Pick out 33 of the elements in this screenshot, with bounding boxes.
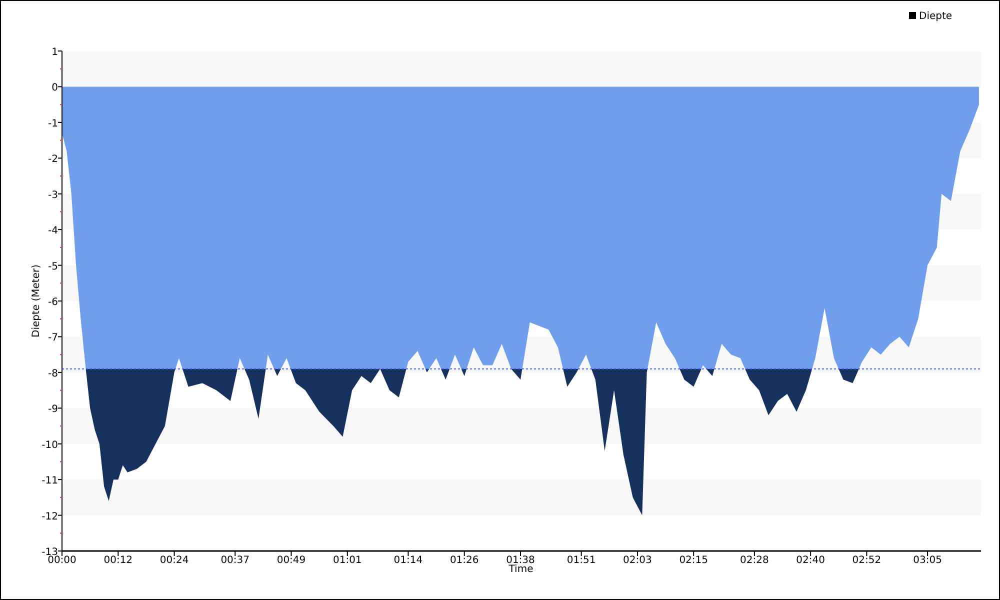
y-axis-title: Diepte (Meter) <box>31 264 42 338</box>
axis-tick-label: 00:00 <box>48 555 76 566</box>
axis-tick-label: -2 <box>48 154 58 166</box>
axis-tick-label: 02:03 <box>623 555 652 566</box>
axis-tick-label: -8 <box>48 368 58 380</box>
axis-tick-label: -1 <box>48 118 58 130</box>
axis-tick-label: -12 <box>42 511 58 522</box>
axis-tick-label: 01:26 <box>450 555 479 566</box>
axis-tick-label: 0 <box>52 82 58 94</box>
legend-label: Diepte <box>919 11 952 22</box>
axis-tick-label: 1 <box>52 47 58 58</box>
axis-tick-label: -10 <box>42 440 58 451</box>
axis-tick-label: 00:37 <box>220 555 250 566</box>
axis-tick-label: 01:14 <box>394 555 423 566</box>
axis-tick-label: 03:05 <box>913 555 942 566</box>
axis-tick-label: -3 <box>48 190 58 201</box>
axis-tick-label: 02:40 <box>796 555 825 566</box>
axis-tick-label: -7 <box>48 332 58 344</box>
axis-tick-label: 02:28 <box>740 555 769 566</box>
axis-tick-label: -5 <box>48 261 58 272</box>
axis-tick-label: 02:52 <box>852 555 882 566</box>
axis-tick-label: 01:51 <box>566 555 596 566</box>
axis-tick-label: -9 <box>48 404 58 416</box>
axis-tick-label: -4 <box>48 226 58 237</box>
axis-tick-label: 00:12 <box>104 555 133 566</box>
legend-marker-icon <box>909 12 916 19</box>
axis-tick-label: 00:24 <box>160 555 189 566</box>
axis-tick-label: 00:49 <box>276 555 306 566</box>
axis-tick-label: 01:01 <box>332 555 362 566</box>
x-axis-title: Time <box>508 564 534 575</box>
axis-tick-label: 02:15 <box>679 555 708 566</box>
axis-tick-label: -11 <box>42 476 58 487</box>
axis-tick-label: -6 <box>48 297 58 308</box>
